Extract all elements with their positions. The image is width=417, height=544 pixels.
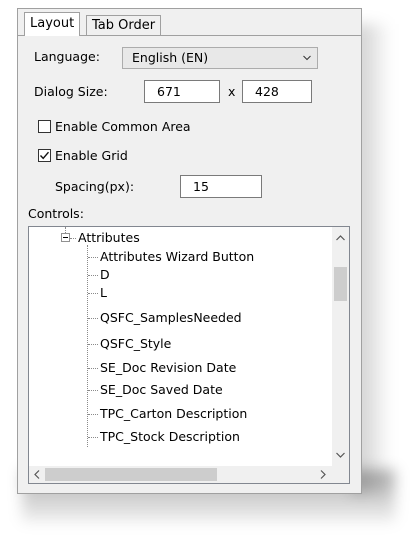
tree-item[interactable]: D bbox=[100, 267, 110, 283]
horizontal-scroll-thumb[interactable] bbox=[45, 468, 217, 481]
dialog-width-input[interactable]: 671 bbox=[144, 80, 220, 103]
tree-item[interactable]: QSFC_SamplesNeeded bbox=[100, 310, 242, 326]
spacing-label: Spacing(px): bbox=[55, 179, 135, 194]
tree-branch bbox=[88, 390, 98, 391]
dialog-height-input[interactable]: 428 bbox=[242, 80, 312, 103]
dialog-size-label: Dialog Size: bbox=[34, 84, 108, 99]
arrow-down-icon[interactable] bbox=[336, 449, 345, 460]
tree-branch bbox=[88, 275, 98, 276]
spacing-input[interactable]: 15 bbox=[180, 175, 262, 198]
tree-item[interactable]: SE_Doc Saved Date bbox=[100, 382, 223, 398]
arrow-right-icon[interactable] bbox=[320, 470, 326, 481]
properties-panel: Layout Tab Order Language: English (EN) … bbox=[17, 8, 362, 494]
tree-item[interactable]: QSFC_Style bbox=[100, 336, 171, 352]
tab-layout[interactable]: Layout bbox=[24, 12, 81, 36]
check-icon bbox=[39, 151, 50, 160]
tree-branch bbox=[88, 414, 98, 415]
tree-branch bbox=[88, 368, 98, 369]
chevron-down-icon bbox=[303, 55, 311, 61]
scrollbar-corner bbox=[332, 466, 349, 483]
language-select-value: English (EN) bbox=[132, 50, 209, 65]
controls-label: Controls: bbox=[28, 206, 84, 221]
enable-grid-checkbox[interactable] bbox=[38, 149, 51, 162]
tree-group-attributes[interactable]: Attributes bbox=[78, 230, 140, 246]
controls-tree[interactable]: Attributes Attributes Wizard Button D L … bbox=[28, 226, 350, 484]
tree-branch bbox=[88, 293, 98, 294]
minus-box-icon[interactable] bbox=[61, 233, 70, 242]
arrow-up-icon[interactable] bbox=[336, 232, 345, 243]
tree-item[interactable]: Attributes Wizard Button bbox=[100, 249, 254, 265]
tree-line-group bbox=[70, 238, 76, 239]
tree-branch bbox=[88, 344, 98, 345]
vertical-scroll-thumb[interactable] bbox=[334, 267, 347, 301]
tree-item[interactable]: L bbox=[100, 285, 107, 301]
tree-item[interactable]: SE_Doc Revision Date bbox=[100, 360, 236, 376]
horizontal-scrollbar[interactable] bbox=[29, 466, 332, 483]
tree-branch bbox=[88, 257, 98, 258]
dialog-size-separator: x bbox=[228, 84, 236, 99]
language-select[interactable]: English (EN) bbox=[122, 47, 318, 69]
vertical-scrollbar[interactable] bbox=[332, 227, 349, 466]
tab-tab-order[interactable]: Tab Order bbox=[86, 15, 162, 35]
language-label: Language: bbox=[34, 49, 100, 64]
tree-branch bbox=[88, 437, 98, 438]
tree-branch bbox=[88, 318, 98, 319]
enable-common-area-checkbox[interactable] bbox=[38, 120, 51, 133]
tree-item[interactable]: TPC_Carton Description bbox=[100, 406, 247, 422]
tree-item[interactable]: TPC_Stock Description bbox=[100, 429, 240, 445]
arrow-left-icon[interactable] bbox=[34, 470, 40, 481]
enable-common-area-label[interactable]: Enable Common Area bbox=[55, 119, 191, 134]
enable-grid-label[interactable]: Enable Grid bbox=[55, 148, 128, 163]
layout-tab-content: Language: English (EN) Dialog Size: 671 … bbox=[20, 36, 359, 491]
